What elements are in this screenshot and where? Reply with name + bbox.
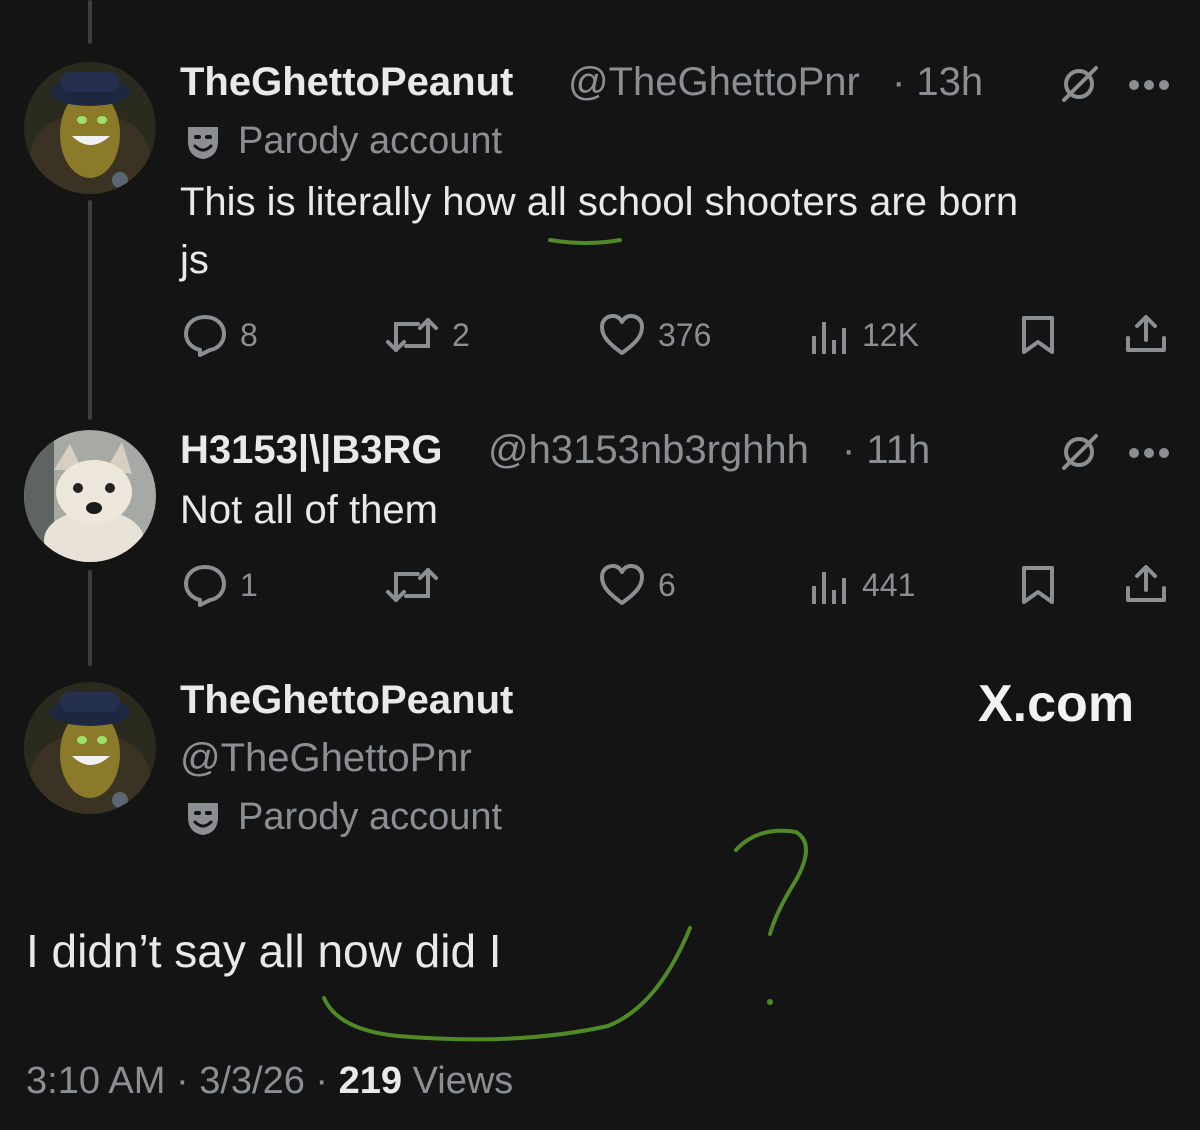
like-button[interactable]: 376 — [598, 312, 711, 358]
avatar-h3153nb3rg[interactable] — [24, 430, 156, 562]
parody-label: Parody account — [184, 120, 502, 163]
parody-label-text: Parody account — [238, 120, 503, 162]
author-name[interactable]: H3153|\|B3RG — [180, 428, 443, 473]
tweet-text: Not all of them — [180, 488, 438, 532]
author-name[interactable]: TheGhettoPeanut — [180, 60, 513, 105]
reply-count: 8 — [240, 316, 258, 353]
tweet-text-line1: This is literally how all school shooter… — [180, 180, 1019, 224]
share-icon — [1126, 565, 1166, 602]
tweet-time[interactable]: · 13h — [892, 60, 983, 105]
share-icon — [1126, 315, 1166, 352]
views-label: Views — [412, 1060, 514, 1102]
tweet-time[interactable]: · 11h — [842, 428, 930, 473]
views-button[interactable]: 12K — [810, 312, 919, 358]
parody-mask-icon — [188, 126, 218, 159]
views-button[interactable]: 441 — [810, 562, 915, 608]
tweet-text-line2: js — [180, 238, 209, 282]
bookmark-icon — [1022, 566, 1054, 604]
views-count: 12K — [862, 316, 919, 353]
repost-count: 2 — [452, 316, 470, 353]
thread-line — [88, 0, 92, 44]
repost-icon — [386, 568, 438, 602]
tweet-meta: 3:10 AM · 3/3/26 · 219 Views — [26, 1060, 513, 1103]
like-count: 6 — [658, 566, 676, 603]
reply-icon — [184, 315, 226, 357]
views-icon — [812, 322, 846, 354]
grok-icon[interactable] — [1058, 432, 1102, 477]
repost-button[interactable] — [384, 562, 452, 608]
avatar-ghettopeanut[interactable] — [24, 62, 156, 194]
bookmark-icon — [1022, 316, 1054, 354]
more-icon[interactable] — [1128, 78, 1170, 96]
share-button[interactable] — [1124, 312, 1168, 361]
like-icon — [600, 564, 644, 605]
repost-icon — [386, 318, 438, 352]
x-com-watermark: X.com — [978, 675, 1135, 733]
annotation-scribble — [322, 828, 808, 1042]
annotation-underline — [548, 238, 622, 245]
repost-button[interactable]: 2 — [384, 312, 470, 358]
author-handle[interactable]: @h3153nb3rghhh — [488, 428, 809, 473]
author-handle[interactable]: @TheGhettoPnr — [180, 736, 472, 781]
view-count: 219 — [338, 1060, 403, 1102]
thread-line — [88, 570, 92, 666]
parody-mask-icon — [188, 802, 218, 835]
more-icon[interactable] — [1128, 446, 1170, 464]
tweet-timestamp[interactable]: 3:10 AM · 3/3/26 · — [26, 1060, 328, 1102]
reply-button[interactable]: 1 — [182, 562, 258, 608]
bookmark-button[interactable] — [1018, 314, 1058, 361]
like-count: 376 — [658, 316, 712, 353]
share-button[interactable] — [1124, 562, 1168, 611]
like-icon — [600, 314, 644, 355]
like-button[interactable]: 6 — [598, 562, 676, 608]
grok-icon[interactable] — [1058, 64, 1102, 109]
views-icon — [812, 572, 846, 604]
author-name[interactable]: TheGhettoPeanut — [180, 678, 513, 723]
author-handle[interactable]: @TheGhettoPnr — [568, 60, 860, 105]
views-count: 441 — [862, 566, 916, 603]
reply-icon — [184, 565, 226, 607]
reply-button[interactable]: 8 — [182, 312, 258, 358]
avatar-ghettopeanut[interactable] — [24, 682, 156, 814]
reply-count: 1 — [240, 566, 258, 603]
bookmark-button[interactable] — [1018, 564, 1058, 611]
thread-line — [88, 200, 92, 420]
